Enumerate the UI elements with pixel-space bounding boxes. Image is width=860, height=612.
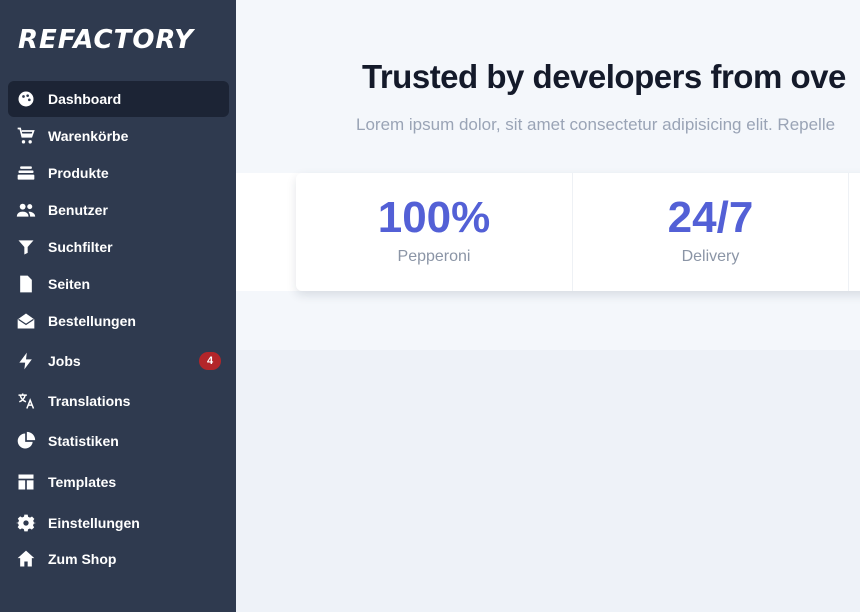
sidebar-item-produkte[interactable]: Produkte xyxy=(8,155,229,191)
file-icon xyxy=(16,274,36,294)
sidebar-item-seiten[interactable]: Seiten xyxy=(8,266,229,302)
sidebar-item-statistiken[interactable]: Statistiken xyxy=(8,423,229,459)
sidebar-item-label: Statistiken xyxy=(48,433,119,449)
sidebar-item-label: Benutzer xyxy=(48,202,108,218)
sidebar-item-label: Templates xyxy=(48,474,117,490)
stat-block: 24/7 Delivery xyxy=(572,173,848,291)
sidebar-item-translations[interactable]: Translations xyxy=(8,383,229,419)
sidebar-item-warenkoerbe[interactable]: Warenkörbe xyxy=(8,118,229,154)
stat-value: 24/7 xyxy=(667,193,754,242)
sidebar-item-label: Jobs xyxy=(48,353,81,369)
palette-icon xyxy=(16,89,36,109)
sidebar-item-label: Einstellungen xyxy=(48,515,140,531)
logo-text: REFACTORY xyxy=(18,25,194,55)
hero-subline: Lorem ipsum dolor, sit amet consectetur … xyxy=(356,115,836,134)
envelope-open-icon xyxy=(16,311,36,331)
stat-block: 100% Pepperoni xyxy=(296,173,572,291)
translate-icon xyxy=(16,391,36,411)
stat-block xyxy=(848,173,860,291)
pie-chart-icon xyxy=(16,431,36,451)
sidebar-item-label: Zum Shop xyxy=(48,551,117,567)
bolt-icon xyxy=(16,351,36,371)
filter-icon xyxy=(16,237,36,257)
stack-icon xyxy=(16,163,36,183)
sidebar-item-label: Suchfilter xyxy=(48,239,113,255)
stat-label: Delivery xyxy=(681,248,740,265)
gear-icon xyxy=(16,513,36,533)
home-icon xyxy=(16,549,36,569)
sidebar-item-label: Translations xyxy=(48,393,131,409)
stat-label: Pepperoni xyxy=(397,248,471,265)
sidebar: REFACTORY Dashboard Warenkörbe Produkte … xyxy=(0,0,236,612)
sidebar-item-bestellungen[interactable]: Bestellungen xyxy=(8,303,229,339)
sidebar-item-dashboard[interactable]: Dashboard xyxy=(8,81,229,117)
sidebar-item-label: Bestellungen xyxy=(48,313,136,329)
sidebar-item-zum-shop[interactable]: Zum Shop xyxy=(8,541,229,577)
sidebar-item-suchfilter[interactable]: Suchfilter xyxy=(8,229,229,265)
sidebar-item-templates[interactable]: Templates xyxy=(8,464,229,500)
users-icon xyxy=(16,200,36,220)
hero-headline: Trusted by developers from ove xyxy=(362,58,846,95)
sidebar-item-label: Produkte xyxy=(48,165,109,181)
sidebar-item-label: Dashboard xyxy=(48,91,122,107)
sidebar-item-label: Warenkörbe xyxy=(48,128,129,144)
sidebar-item-benutzer[interactable]: Benutzer xyxy=(8,192,229,228)
stat-value: 100% xyxy=(377,193,491,242)
jobs-count-badge: 4 xyxy=(199,352,221,370)
sidebar-item-jobs[interactable]: Jobs 4 xyxy=(8,343,229,379)
layout-icon xyxy=(16,472,36,492)
brand-logo[interactable]: REFACTORY xyxy=(18,24,194,56)
stats-card: 100% Pepperoni 24/7 Delivery xyxy=(296,173,860,291)
hero-section: Trusted by developers from ove Lorem ips… xyxy=(236,0,860,350)
content-background xyxy=(236,350,860,612)
sidebar-item-einstellungen[interactable]: Einstellungen xyxy=(8,505,229,541)
cart-icon xyxy=(16,126,36,146)
sidebar-item-label: Seiten xyxy=(48,276,91,292)
